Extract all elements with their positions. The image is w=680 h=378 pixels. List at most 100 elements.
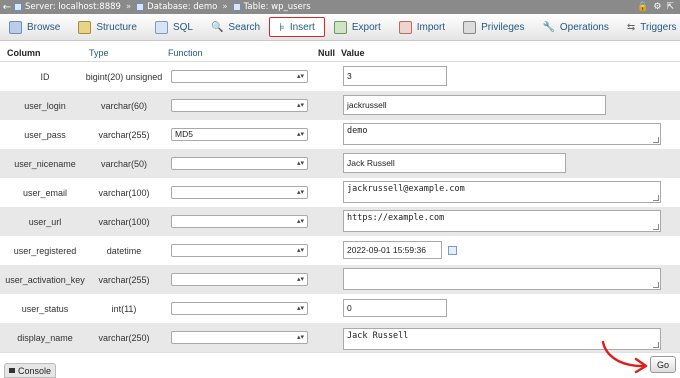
function-select[interactable]: ▴▾ <box>171 70 308 83</box>
value-input[interactable]: Jack Russell <box>343 153 566 173</box>
function-header[interactable]: Function <box>168 48 203 58</box>
back-arrow-icon[interactable]: ← <box>0 2 14 13</box>
resize-handle-icon[interactable] <box>653 195 659 201</box>
column-name: display_name <box>17 332 73 343</box>
column-name: user_pass <box>24 129 66 140</box>
tab-triggers[interactable]: ⇆ Triggers <box>618 17 680 37</box>
table-header: Column Type Function Null Value <box>0 46 680 62</box>
select-arrows-icon: ▴▾ <box>296 247 304 254</box>
collapse-icon[interactable]: ⇱ <box>666 2 674 12</box>
breadcrumb-table[interactable]: Table: wp_users <box>232 2 311 12</box>
column-name: user_status <box>21 303 69 314</box>
export-icon <box>333 20 347 34</box>
column-type: varchar(250) <box>98 332 150 343</box>
column-name: user_login <box>24 100 66 111</box>
go-button[interactable]: Go <box>650 356 676 373</box>
browse-icon <box>9 20 22 34</box>
column-type: varchar(100) <box>98 216 150 227</box>
function-select[interactable]: ▴▾ <box>171 157 308 170</box>
table-row: user_email varchar(100) ▴▾ jackrussell@e… <box>0 178 680 208</box>
resize-handle-icon[interactable] <box>653 137 659 143</box>
value-header: Value <box>341 48 365 58</box>
function-select[interactable]: ▴▾ <box>171 273 308 286</box>
tab-sql[interactable]: SQL <box>146 17 202 37</box>
column-name: user_url <box>28 216 62 227</box>
column-type: varchar(255) <box>98 274 150 285</box>
tab-search[interactable]: 🔍 Search <box>202 17 269 37</box>
column-name: user_email <box>22 187 68 198</box>
table-icon <box>232 3 241 11</box>
value-input[interactable]: 3 <box>343 66 447 86</box>
table-row: user_registered datetime ▴▾ 2022-09-01 1… <box>0 236 680 266</box>
value-textarea[interactable]: jackrussell@example.com <box>343 181 661 203</box>
function-select[interactable]: ▴▾ <box>171 99 308 112</box>
function-select[interactable]: ▴▾ <box>171 331 308 344</box>
select-arrows-icon: ▴▾ <box>296 305 304 312</box>
value-input[interactable]: 2022-09-01 15:59:36 <box>343 241 442 259</box>
value-input[interactable]: jackrussell <box>343 95 606 115</box>
breadcrumb-server[interactable]: Server: localhost:8889 <box>14 2 121 12</box>
value-input[interactable]: 0 <box>343 299 447 317</box>
table-row: user_pass varchar(255) MD5 ▴▾ demo <box>0 120 680 150</box>
tab-menu: Browse Structure SQL 🔍 Search ⊧ Insert Exp… <box>0 14 680 41</box>
select-arrows-icon: ▴▾ <box>296 276 304 283</box>
breadcrumb: ← Server: localhost:8889 » Database: dem… <box>0 0 680 14</box>
select-arrows-icon: ▴▾ <box>296 189 304 196</box>
tab-privileges[interactable]: Privileges <box>454 17 533 37</box>
console-tab[interactable]: Console <box>4 363 56 378</box>
resize-handle-icon[interactable] <box>653 224 659 230</box>
calendar-icon[interactable] <box>448 246 457 255</box>
tab-insert[interactable]: ⊧ Insert <box>269 17 325 37</box>
column-type: varchar(60) <box>100 100 147 111</box>
select-arrows-icon: ▴▾ <box>296 218 304 225</box>
select-arrows-icon: ▴▾ <box>296 102 304 109</box>
function-select[interactable]: ▴▾ <box>171 186 308 199</box>
column-type: int(11) <box>111 303 137 314</box>
table-row: user_status int(11) ▴▾ 0 <box>0 294 680 324</box>
table-row: user_login varchar(60) ▴▾ jackrussell <box>0 91 680 121</box>
column-name: user_registered <box>13 245 77 256</box>
lock-icon[interactable]: 🔒 <box>637 2 648 12</box>
function-select[interactable]: ▴▾ <box>171 244 308 257</box>
breadcrumb-database[interactable]: Database: demo <box>136 2 217 12</box>
column-type: varchar(100) <box>98 187 150 198</box>
sql-icon <box>154 20 168 34</box>
table-row: display_name varchar(250) ▴▾ Jack Russel… <box>0 323 680 353</box>
value-textarea[interactable] <box>343 268 661 290</box>
resize-handle-icon[interactable] <box>653 282 659 288</box>
column-name: ID <box>40 71 50 82</box>
column-type: varchar(50) <box>100 158 147 169</box>
privileges-icon <box>463 20 477 34</box>
structure-icon <box>78 20 92 34</box>
null-header: Null <box>318 48 335 58</box>
table-row: user_url varchar(100) ▴▾ https://example… <box>0 207 680 237</box>
gear-icon[interactable]: ⚙ <box>653 2 661 12</box>
value-textarea[interactable]: https://example.com <box>343 210 661 232</box>
search-icon: 🔍 <box>210 21 224 33</box>
tab-browse[interactable]: Browse <box>0 17 69 37</box>
type-header[interactable]: Type <box>89 48 109 58</box>
import-icon <box>398 20 412 34</box>
value-textarea[interactable]: demo <box>343 123 661 145</box>
table-row: user_nicename varchar(50) ▴▾ Jack Russel… <box>0 149 680 179</box>
server-icon <box>14 3 22 11</box>
column-name: user_activation_key <box>5 274 85 285</box>
operations-icon: 🔧 <box>542 21 555 33</box>
tab-export[interactable]: Export <box>325 17 390 37</box>
table-row: ID bigint(20) unsigned ▴▾ 3 <box>0 62 680 92</box>
select-arrows-icon: ▴▾ <box>296 131 304 138</box>
tab-import[interactable]: Import <box>390 17 454 37</box>
column-type: varchar(255) <box>98 129 150 140</box>
tab-structure[interactable]: Structure <box>69 17 146 37</box>
column-name: user_nicename <box>14 158 76 169</box>
column-header: Column <box>7 48 41 58</box>
select-arrows-icon: ▴▾ <box>296 334 304 341</box>
function-select[interactable]: MD5 ▴▾ <box>171 128 308 141</box>
select-arrows-icon: ▴▾ <box>296 160 304 167</box>
triggers-icon: ⇆ <box>626 21 636 33</box>
function-select[interactable]: ▴▾ <box>171 302 308 315</box>
function-select[interactable]: ▴▾ <box>171 215 308 228</box>
annotation-arrow-icon <box>601 340 648 374</box>
tab-operations[interactable]: 🔧 Operations <box>533 17 617 37</box>
console-icon <box>9 368 15 373</box>
